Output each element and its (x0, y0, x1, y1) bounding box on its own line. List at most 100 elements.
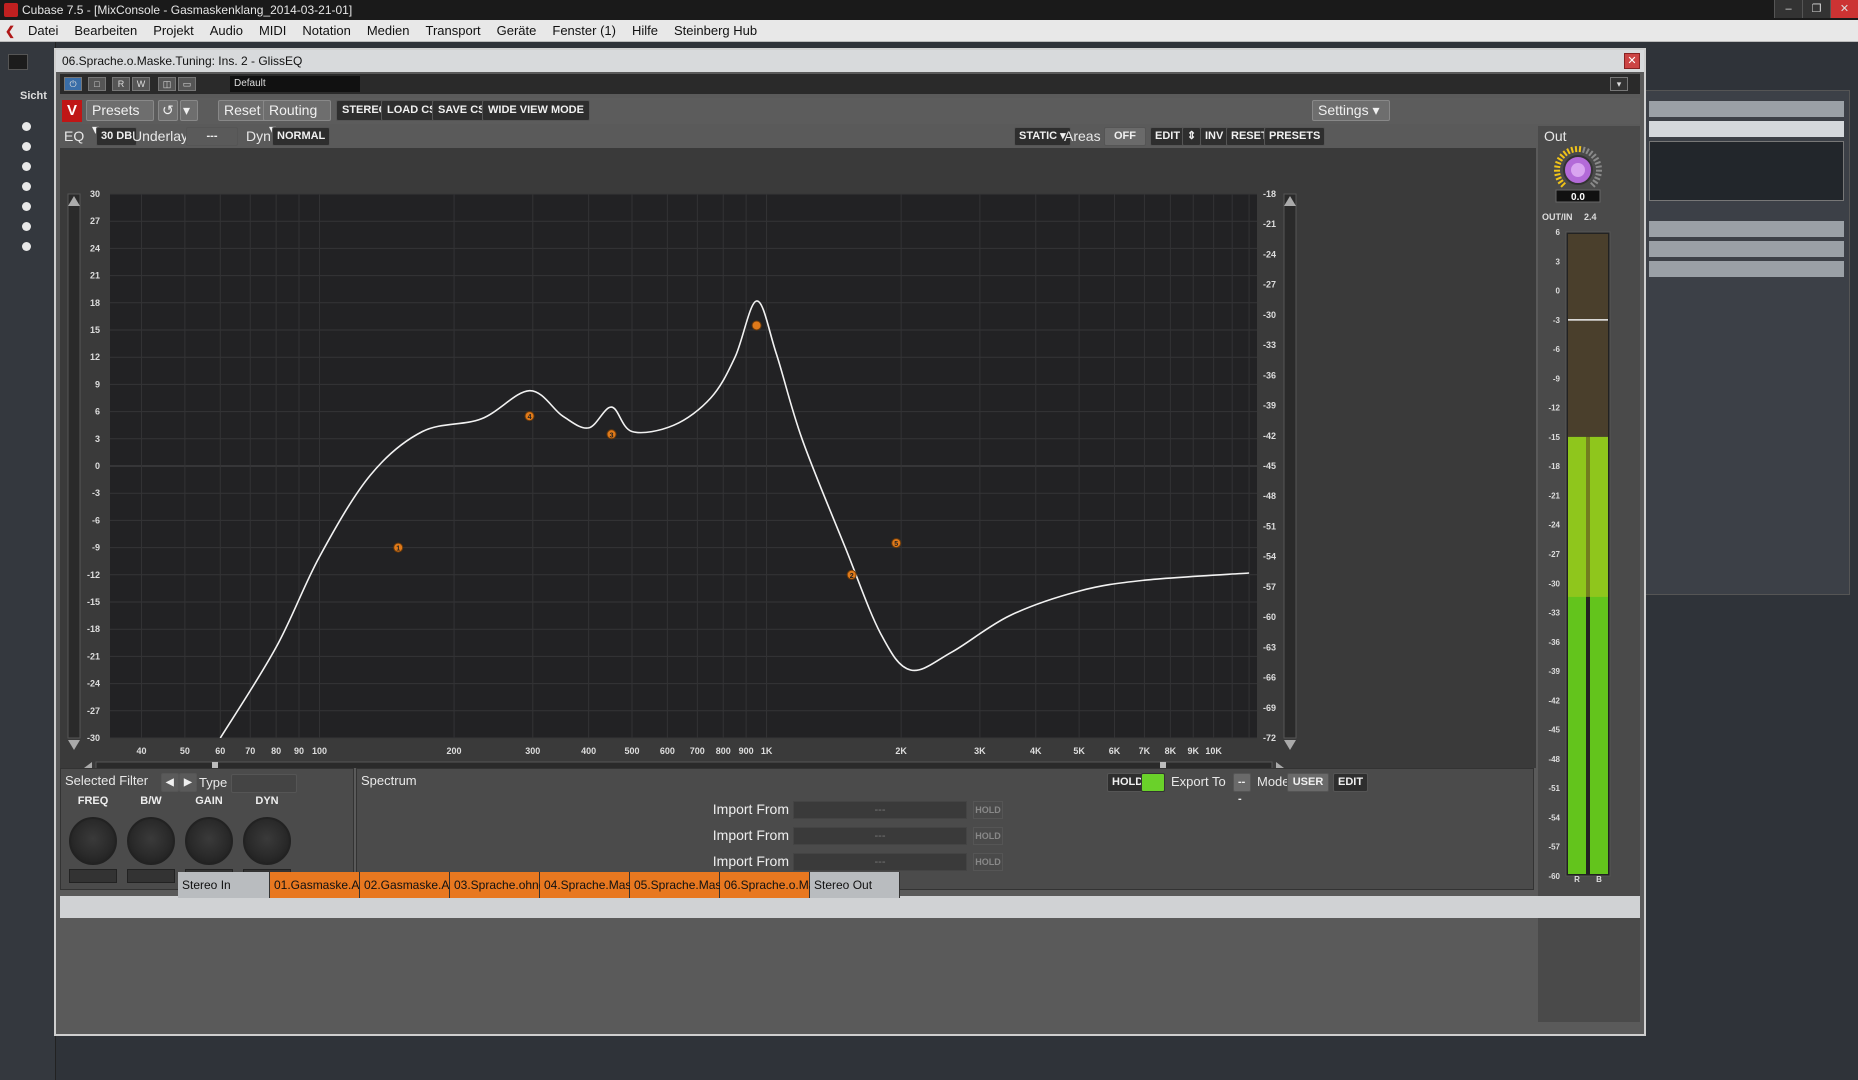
import-from-field[interactable]: --- (793, 853, 967, 871)
menu-datei[interactable]: Datei (20, 20, 66, 42)
channel-name[interactable]: 06.Sprache.o.Ma: (720, 872, 819, 898)
menu-transport[interactable]: Transport (417, 20, 488, 42)
meter-tick-label: 3 (1556, 257, 1561, 266)
knob-scale-tick (1554, 165, 1561, 169)
spectrum-enable-toggle[interactable] (1141, 773, 1165, 792)
read-automation-button[interactable]: R (112, 77, 130, 91)
reset-button[interactable]: Reset (218, 100, 267, 121)
channel-name[interactable]: 03.Sprache.ohne (450, 872, 545, 898)
menu-medien[interactable]: Medien (359, 20, 418, 42)
presets-button[interactable]: Presets ▾ (86, 100, 154, 137)
spectrum-edit-button[interactable]: EDIT (1333, 773, 1369, 792)
prev-filter-icon[interactable]: ◀ (161, 773, 179, 792)
gain-tick-label: -27 (87, 706, 100, 716)
menu-fenster[interactable]: Fenster (1) (544, 20, 624, 42)
visibility-dot[interactable] (22, 202, 31, 211)
eq-node[interactable] (751, 320, 762, 331)
visibility-dot[interactable] (22, 142, 31, 151)
output-panel: Out 0.0 OUT/IN 2.4 6 3 0 -3 -6 -9 -12 -15 -18 -21 -24… (1538, 126, 1640, 1022)
rack-row[interactable] (1649, 101, 1844, 117)
gain-tick-label: 18 (90, 298, 100, 308)
channel-name[interactable]: 02.Gasmaske.Ate (360, 872, 459, 898)
channel-name[interactable]: Stereo Out (810, 872, 900, 898)
import-hold-button[interactable]: HOLD (973, 853, 1003, 871)
menu-midi[interactable]: MIDI (251, 20, 294, 42)
plugin-close-button[interactable]: ✕ (1624, 53, 1640, 69)
close-button[interactable]: ✕ (1830, 0, 1858, 18)
menu-audio[interactable]: Audio (202, 20, 251, 42)
rack-row[interactable] (1649, 121, 1844, 137)
layout-toggle-icon[interactable] (8, 54, 28, 70)
import-hold-button[interactable]: HOLD (973, 827, 1003, 845)
visibility-dot[interactable] (22, 162, 31, 171)
rack-row[interactable] (1649, 221, 1844, 237)
dyn-knob[interactable] (243, 817, 291, 865)
channel-name[interactable]: Stereo In (178, 872, 270, 898)
host-menu-icon[interactable]: ▾ (1610, 77, 1628, 91)
export-to-select[interactable]: --- (1233, 773, 1251, 805)
inv-button[interactable]: INV (1200, 127, 1229, 146)
wide-view-mode-button[interactable]: WIDE VIEW MODE (482, 100, 590, 121)
menu-projekt[interactable]: Projekt (145, 20, 201, 42)
settings-button[interactable]: Settings ▾ (1312, 100, 1390, 121)
plugin-title-bar[interactable]: 06.Sprache.o.Maske.Tuning: Ins. 2 - Glis… (56, 50, 1644, 72)
menu-notation[interactable]: Notation (294, 20, 358, 42)
routing-button[interactable]: Routing ▾ (263, 100, 331, 137)
rack-row[interactable] (1649, 261, 1844, 277)
power-icon[interactable]: ⏻ (64, 77, 82, 91)
undo-menu-icon[interactable]: ▾ (180, 100, 198, 121)
knob-scale-tick (1595, 172, 1602, 177)
cubase-menu-icon[interactable]: ❮ (0, 20, 20, 42)
type-select[interactable] (231, 774, 297, 793)
rack-slot[interactable] (1649, 141, 1844, 201)
host-preset-field[interactable]: Default (230, 76, 360, 92)
areas-updown-icon[interactable]: ⇕ (1182, 127, 1202, 146)
write-automation-button[interactable]: W (132, 77, 150, 91)
freq-knob[interactable] (69, 817, 117, 865)
areas-off-button[interactable]: OFF (1104, 127, 1146, 146)
visibility-dot[interactable] (22, 182, 31, 191)
underlay-select[interactable]: --- (186, 127, 238, 146)
areas-presets-button[interactable]: PRESETS (1264, 127, 1326, 146)
eq-graph-area: 30 27 24 21 18 15 12 9 6 3 0 -3 -6 -9 -12 -15 -18 -21 -24-… (60, 148, 1536, 775)
bw-knob[interactable] (127, 817, 175, 865)
channel-name[interactable]: 04.Sprache.Mask (540, 872, 637, 898)
spectrum-tick-label: -42 (1263, 431, 1276, 441)
next-filter-icon[interactable]: ▶ (179, 773, 197, 792)
bypass-icon[interactable]: □ (88, 77, 106, 91)
visibility-dot[interactable] (22, 222, 31, 231)
import-hold-button[interactable]: HOLD (973, 801, 1003, 819)
compare-icon[interactable]: ◫ (158, 77, 176, 91)
areas-edit-button[interactable]: EDIT (1150, 127, 1186, 146)
mode-select[interactable]: USER (1287, 773, 1329, 792)
eq-node-label: 5 (894, 541, 898, 548)
undo-icon[interactable]: ↺ (158, 100, 178, 121)
channel-name[interactable]: 05.Sprache.Mask (630, 872, 727, 898)
maximize-button[interactable]: ❐ (1802, 0, 1830, 18)
visibility-dot[interactable] (22, 242, 31, 251)
gain-knob[interactable] (185, 817, 233, 865)
visibility-dot[interactable] (22, 122, 31, 131)
menu-geraete[interactable]: Geräte (489, 20, 545, 42)
eq-graph[interactable]: 302724211815129630-3-6-9-12-15-18-21-24-… (60, 148, 1536, 775)
plugin-toolbar: V Presets ▾ ↺ ▾ Reset Routing ▾ STEREO L… (60, 98, 1640, 137)
menu-steinberg-hub[interactable]: Steinberg Hub (666, 20, 765, 42)
range-button[interactable]: 30 DB (96, 127, 138, 146)
right-zoom-scrollbar (1283, 193, 1297, 739)
freq-value-field[interactable] (69, 869, 117, 883)
menu-bearbeiten[interactable]: Bearbeiten (66, 20, 145, 42)
knob-scale-tick (1554, 172, 1561, 177)
knob-scale-tick (1582, 146, 1586, 153)
import-from-label: Import From (712, 827, 789, 843)
channel-name[interactable]: 01.Gasmaske.Ate (270, 872, 369, 898)
plugin-title: 06.Sprache.o.Maske.Tuning: Ins. 2 - Glis… (62, 54, 303, 68)
dyn-mode-button[interactable]: NORMAL (272, 127, 331, 146)
minimize-button[interactable]: – (1774, 0, 1802, 18)
menu-hilfe[interactable]: Hilfe (624, 20, 666, 42)
import-from-field[interactable]: --- (793, 801, 967, 819)
bw-value-field[interactable] (127, 869, 175, 883)
static-dropdown[interactable]: STATIC ▾ (1014, 127, 1071, 146)
import-from-field[interactable]: --- (793, 827, 967, 845)
copy-icon[interactable]: ▭ (178, 77, 196, 91)
rack-row[interactable] (1649, 241, 1844, 257)
